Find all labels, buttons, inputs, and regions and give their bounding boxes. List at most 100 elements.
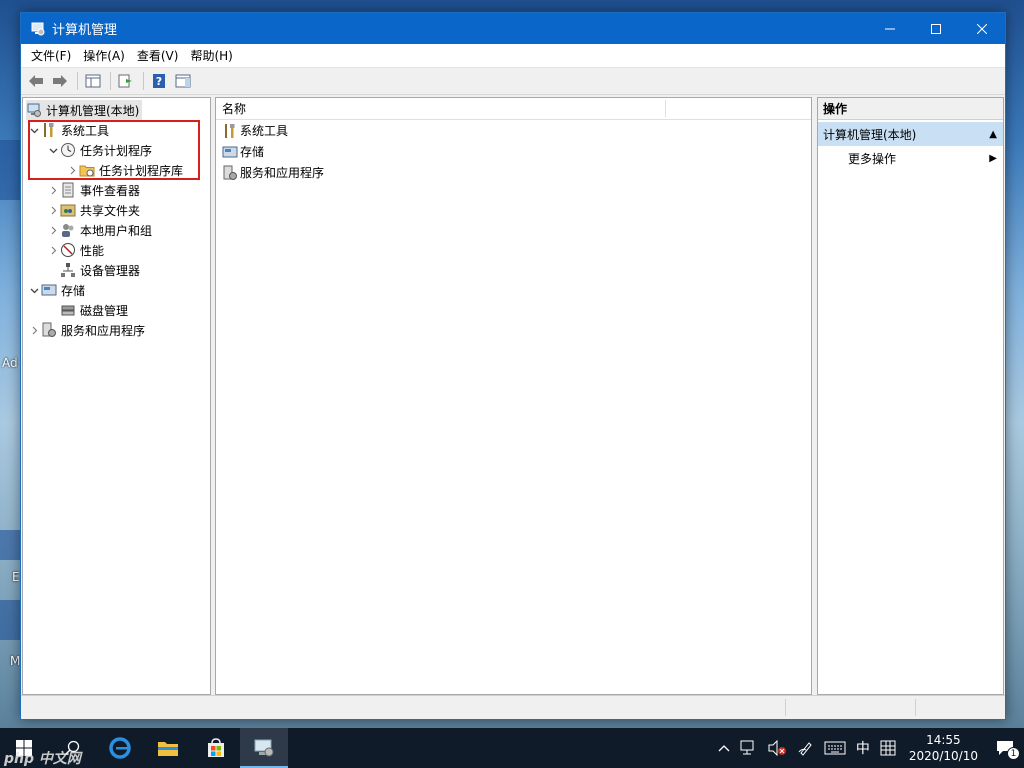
list-item-system-tools[interactable]: 系统工具 [216,120,811,141]
collapse-up-icon[interactable]: ▲ [989,129,997,140]
actions-section-computer-management[interactable]: 计算机管理(本地) ▲ [818,122,1003,146]
action-pane-icon [175,74,191,88]
close-button[interactable] [959,13,1005,44]
list-item-storage[interactable]: 存储 [216,141,811,162]
chevron-right-icon[interactable] [46,186,60,195]
back-button[interactable] [25,70,47,92]
menu-view[interactable]: 查看(V) [131,44,185,68]
performance-icon [60,242,76,258]
maximize-icon [931,23,941,34]
taskbar-file-explorer[interactable] [144,728,192,768]
column-divider[interactable] [665,100,666,117]
network-button[interactable] [735,728,763,768]
toolbar-separator [110,72,111,90]
chevron-right-icon[interactable] [46,226,60,235]
input-method-indicator[interactable]: 中 [851,728,875,768]
tree-item-label: 系统工具 [61,123,110,138]
keyboard-icon [824,741,846,755]
list-column-header[interactable]: 名称 [216,98,811,120]
toolbar: ? [21,68,1005,95]
chevron-down-icon[interactable] [27,286,41,295]
tree-item-label: 磁盘管理 [80,303,129,318]
tree-root-computer-management[interactable]: 计算机管理(本地) [26,100,142,120]
computer-management-window: 计算机管理 文件(F) 操作(A) 查看(V) 帮助(H) ? 计算机管理(本地… [20,12,1006,720]
submenu-arrow-icon: ▶ [989,152,997,164]
edge-browser-icon [109,737,131,759]
tree-item-label: 任务计划程序库 [99,163,184,178]
title-bar[interactable]: 计算机管理 [21,13,1005,44]
console-tree-pane: 计算机管理(本地) 系统工具 任务计划程序 任务计划程序库 事件查看器 共享文件… [22,97,211,695]
computer-management-icon [26,102,42,118]
tree-item-services-applications[interactable]: 服务和应用程序 [27,320,145,340]
chevron-right-icon[interactable] [46,246,60,255]
chevron-right-icon[interactable] [65,166,79,175]
tree-item-label: 本地用户和组 [80,223,153,238]
desktop-icon-fragment [0,600,22,640]
tree-item-device-manager[interactable]: 设备管理器 [46,260,140,280]
tree-item-label: 存储 [61,283,86,298]
clock-time: 14:55 [926,733,961,747]
tree-item-performance[interactable]: 性能 [46,240,104,260]
desktop-icon-fragment [0,530,22,560]
tree-item-system-tools[interactable]: 系统工具 [27,120,109,140]
tree-item-local-users-groups[interactable]: 本地用户和组 [46,220,152,240]
pen-workspace-button[interactable] [793,728,819,768]
actions-more-actions[interactable]: 更多操作 ▶ [818,146,1003,170]
desktop-label-fragment: M [10,654,21,668]
show-hide-action-pane-button[interactable] [172,70,194,92]
folder-icon [79,162,95,178]
export-list-icon [118,74,132,88]
volume-button[interactable] [763,728,793,768]
shared-folder-icon [60,202,76,218]
help-button[interactable]: ? [148,70,170,92]
taskbar: 中 14:55 2020/10/10 1 [0,728,1024,768]
touch-keyboard-button[interactable] [819,728,851,768]
services-icon [222,165,238,181]
storage-icon [41,282,57,298]
forward-button[interactable] [49,70,71,92]
network-icon [740,740,754,755]
tree-item-disk-management[interactable]: 磁盘管理 [46,300,128,320]
menu-file[interactable]: 文件(F) [25,44,77,68]
volume-muted-icon [768,740,786,756]
export-list-button[interactable] [115,70,137,92]
ime-mode-button[interactable] [875,728,901,768]
tree-item-shared-folders[interactable]: 共享文件夹 [46,200,140,220]
tree-item-storage[interactable]: 存储 [27,280,85,300]
desktop-icon-fragment [0,140,22,200]
system-tray: 中 14:55 2020/10/10 1 [713,728,1024,768]
menu-help[interactable]: 帮助(H) [184,44,238,68]
taskbar-store[interactable] [192,728,240,768]
computer-management-icon [30,21,46,37]
taskbar-edge[interactable] [96,728,144,768]
taskbar-computer-management[interactable] [240,728,288,768]
chevron-right-icon[interactable] [46,206,60,215]
show-hidden-icons-button[interactable] [713,728,735,768]
file-explorer-icon [158,742,178,756]
chevron-down-icon[interactable] [46,146,60,155]
tree-item-task-scheduler-library[interactable]: 任务计划程序库 [65,160,183,180]
chevron-down-icon[interactable] [27,126,41,135]
tree-root-label: 计算机管理(本地) [46,103,140,118]
maximize-button[interactable] [913,13,959,44]
status-bar [21,695,1005,719]
tree-item-label: 共享文件夹 [80,203,141,218]
watermark: php 中文网 [4,751,81,767]
show-hide-console-tree-button[interactable] [82,70,104,92]
tree-item-label: 事件查看器 [80,183,141,198]
clock-date: 2020/10/10 [908,749,978,763]
tree-item-task-scheduler[interactable]: 任务计划程序 [46,140,152,160]
tree-item-event-viewer[interactable]: 事件查看器 [46,180,140,200]
menu-action[interactable]: 操作(A) [77,44,131,68]
svg-text:?: ? [156,75,162,88]
actions-item-label: 更多操作 [848,151,897,166]
action-center-button[interactable]: 1 [986,728,1024,768]
column-name-header[interactable]: 名称 [216,100,246,117]
chevron-right-icon[interactable] [27,326,41,335]
actions-section-label: 计算机管理(本地) [823,127,917,142]
clock[interactable]: 14:55 2020/10/10 [901,732,986,764]
list-item-label: 服务和应用程序 [240,166,325,180]
list-item-services-applications[interactable]: 服务和应用程序 [216,162,811,183]
actions-header: 操作 [818,98,1003,120]
minimize-button[interactable] [867,13,913,44]
